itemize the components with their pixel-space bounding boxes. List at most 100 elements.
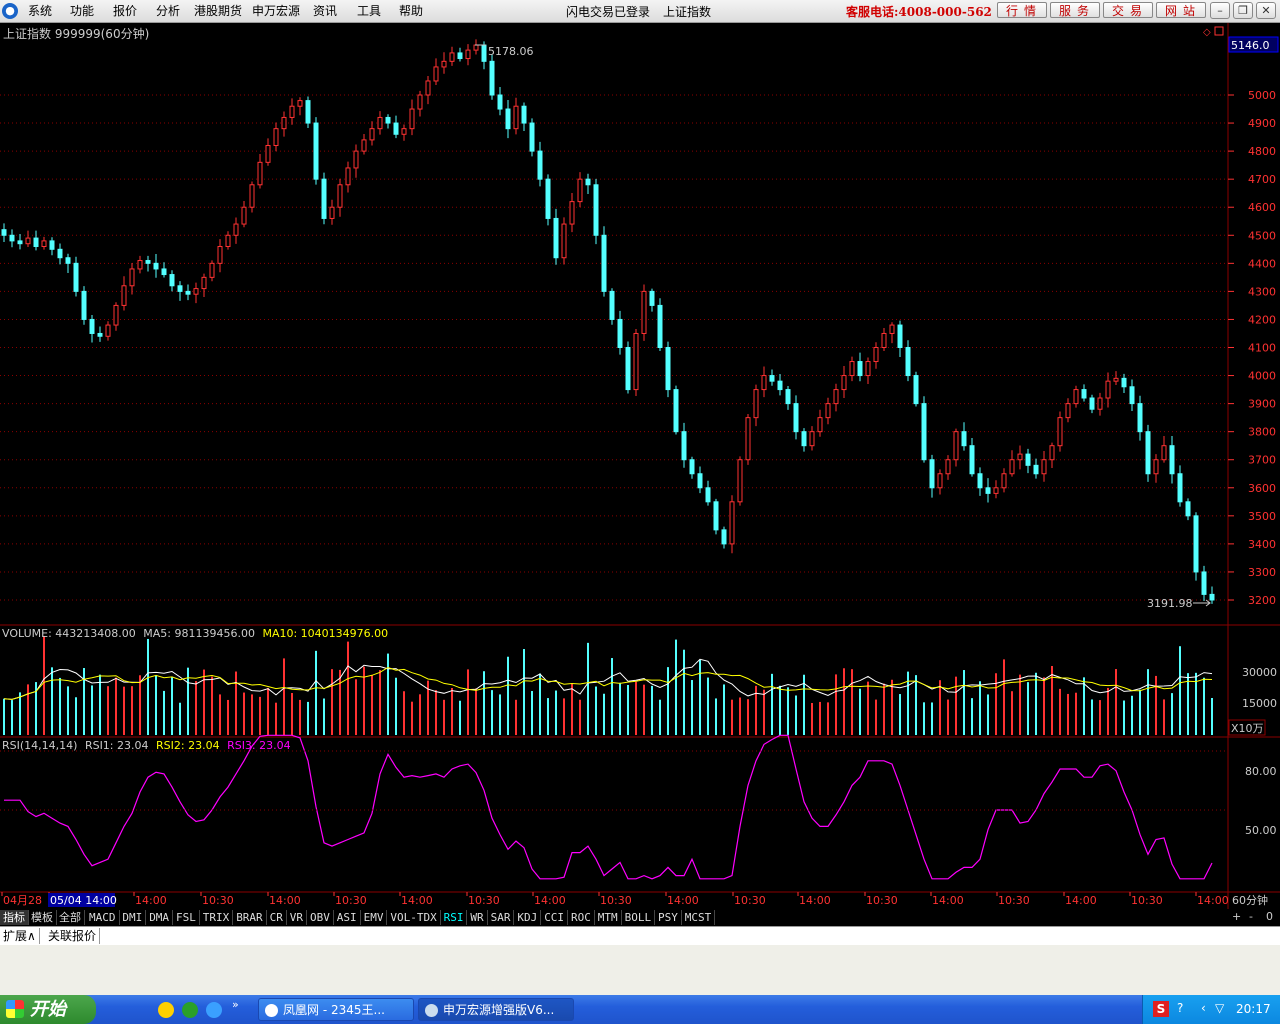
more-icon[interactable]: » — [232, 998, 239, 1011]
tab-dmi[interactable]: DMI — [119, 910, 147, 925]
tab-brar[interactable]: BRAR — [233, 910, 267, 925]
tab-vol-tdx[interactable]: VOL-TDX — [387, 910, 441, 925]
quicklaunch-icon-2[interactable] — [182, 1002, 198, 1018]
tab-obv[interactable]: OBV — [307, 910, 334, 925]
maximize-pane-icon[interactable] — [1214, 26, 1224, 36]
tab-sar[interactable]: SAR — [488, 910, 515, 925]
time-axis-label: 10:30 — [1131, 894, 1163, 907]
tab-trix[interactable]: TRIX — [200, 910, 234, 925]
tab-模板[interactable]: 模板 — [28, 910, 57, 925]
menu-quote[interactable]: 报价 — [113, 3, 137, 19]
chevron-left-icon[interactable]: ‹ — [1201, 1001, 1206, 1015]
price-tick-label: 4400 — [1248, 257, 1276, 270]
menu-help[interactable]: 帮助 — [399, 3, 423, 19]
candle-body — [865, 361, 871, 377]
rsi3-label: RSI3: 23.04 — [227, 739, 291, 752]
tab-cr[interactable]: CR — [267, 910, 287, 925]
time-axis-label: 14:00 — [1197, 894, 1229, 907]
menu-function[interactable]: 功能 — [70, 3, 94, 19]
tab-fsl[interactable]: FSL — [173, 910, 200, 925]
candle-body — [881, 332, 887, 349]
menu-tools[interactable]: 工具 — [357, 3, 381, 19]
tab-rsi[interactable]: RSI — [441, 910, 468, 925]
tab-roc[interactable]: ROC — [568, 910, 595, 925]
diamond-icon[interactable]: ◇ — [1203, 27, 1211, 38]
task-phoenix[interactable]: 凤凰网 - 2345王... — [258, 998, 414, 1021]
candle-body — [1121, 377, 1127, 388]
tab-kdj[interactable]: KDJ — [514, 910, 542, 925]
minimize-icon[interactable]: – — [1210, 2, 1230, 19]
tab-vr[interactable]: VR — [287, 910, 308, 925]
website-button[interactable]: 网站 — [1156, 2, 1206, 18]
task-swhy[interactable]: 申万宏源增强版V6... — [418, 998, 574, 1021]
candle-body — [625, 347, 631, 391]
candle-body — [1161, 445, 1167, 461]
tab-emv[interactable]: EMV — [361, 910, 388, 925]
tab-boll[interactable]: BOLL — [622, 910, 656, 925]
tab-cci[interactable]: CCI — [541, 910, 569, 925]
menu-system[interactable]: 系统 — [28, 3, 52, 19]
candle-body — [113, 304, 119, 326]
candle-body — [105, 324, 111, 337]
candle-body — [369, 128, 375, 141]
restore-icon[interactable]: ❐ — [1233, 2, 1253, 19]
add-icon[interactable]: + — [1232, 910, 1241, 923]
menu-hk-futures[interactable]: 港股期货 — [194, 3, 242, 19]
shield-icon[interactable]: ▽ — [1215, 1001, 1224, 1015]
menu-analysis[interactable]: 分析 — [156, 3, 180, 19]
related-quotes-tab[interactable]: 关联报价 — [45, 928, 101, 944]
price-tick-label: 4200 — [1248, 313, 1276, 326]
candle-body — [897, 324, 903, 348]
candle-body — [497, 94, 503, 110]
close-icon[interactable]: ✕ — [1256, 2, 1276, 19]
quicklaunch-icon-1[interactable] — [158, 1002, 174, 1018]
tab-dma[interactable]: DMA — [146, 910, 174, 925]
tab-macd[interactable]: MACD — [86, 910, 120, 925]
high-annotation: 5178.06 — [488, 45, 534, 58]
candle-body — [65, 257, 71, 264]
sogou-icon[interactable]: S — [1153, 1001, 1169, 1017]
candle-body — [801, 431, 807, 447]
price-tick-label: 4300 — [1248, 285, 1276, 298]
tab-asi[interactable]: ASI — [334, 910, 361, 925]
market-button[interactable]: 行情 — [997, 2, 1047, 18]
menu-info[interactable]: 资讯 — [313, 3, 337, 19]
candle-body — [81, 290, 87, 320]
app-logo-icon[interactable]: ● — [2, 3, 18, 19]
time-axis-label: 10:30 — [468, 894, 500, 907]
trade-button[interactable]: 交易 — [1103, 2, 1153, 18]
remove-icon[interactable]: - — [1249, 910, 1253, 923]
candle-body — [681, 431, 687, 461]
candle-body — [377, 116, 383, 130]
expand-tab[interactable]: 扩展∧ — [0, 928, 40, 944]
tab-mtm[interactable]: MTM — [595, 910, 622, 925]
ie-icon[interactable] — [206, 1002, 222, 1018]
volume-tick-30000: 30000 — [1242, 666, 1277, 679]
candle-body — [761, 375, 767, 391]
candle-body — [553, 217, 559, 259]
time-axis-label: 10:30 — [998, 894, 1030, 907]
tab-wr[interactable]: WR — [467, 910, 488, 925]
zero-icon[interactable]: 0 — [1266, 910, 1273, 923]
candle-body — [569, 201, 575, 225]
candle-body — [1057, 417, 1063, 447]
help-icon[interactable]: ? — [1177, 1001, 1183, 1015]
candle-body — [953, 431, 959, 461]
time-axis-label: 14:00 — [799, 894, 831, 907]
time-axis-label: 14:00 — [269, 894, 301, 907]
tab-mcst[interactable]: MCST — [682, 910, 716, 925]
tab-psy[interactable]: PSY — [655, 910, 682, 925]
candle-body — [521, 105, 527, 124]
price-tick-label: 4000 — [1248, 370, 1276, 383]
kline-chart[interactable]: 5000 4900 4800 4700 4600 4500 4400 4300 4200 4100… — [0, 23, 1280, 909]
start-button[interactable]: 开始 — [0, 995, 96, 1024]
menu-swhy[interactable]: 申万宏源 — [252, 3, 300, 19]
volume-unit: X10万 — [1231, 722, 1264, 735]
candle-body — [401, 128, 407, 135]
tab-指标[interactable]: 指标 — [0, 910, 29, 925]
tab-全部[interactable]: 全部 — [56, 910, 85, 925]
candle-body — [1129, 386, 1135, 405]
candle-body — [121, 285, 127, 306]
time-axis-label: 14:00 — [534, 894, 566, 907]
service-button[interactable]: 服务 — [1050, 2, 1100, 18]
